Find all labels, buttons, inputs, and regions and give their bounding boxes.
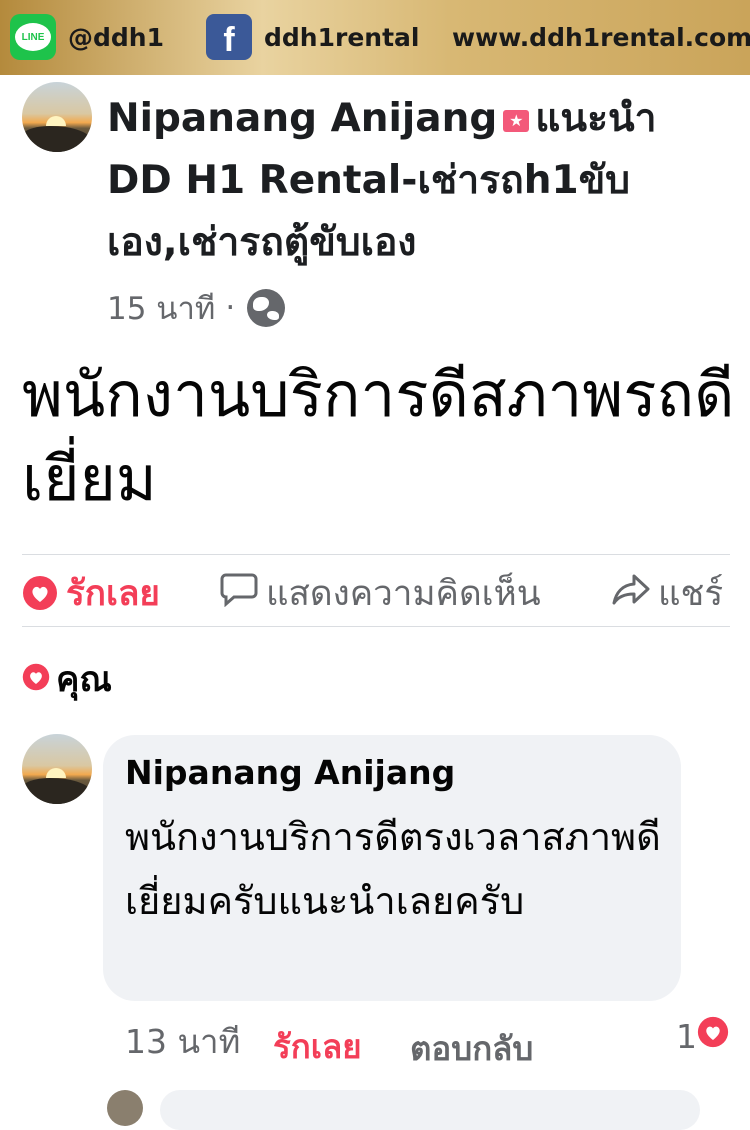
page-name[interactable]: DD H1 Rental-เช่ารถh1ขับเอง,เช่ารถตู้ขับ…	[107, 158, 630, 265]
heart-icon	[22, 660, 50, 700]
action-bar: รักเลย แสดงความคิดเห็น แชร์	[0, 565, 750, 621]
comment-label: แสดงความคิดเห็น	[266, 573, 541, 614]
comment-author[interactable]: Nipanang Anijang	[125, 753, 455, 792]
post-time[interactable]: 15 นาที	[107, 283, 215, 333]
divider-top	[22, 554, 730, 555]
comment-reaction-count[interactable]: 1	[676, 1016, 729, 1056]
post-body: พนักงานบริการดีสภาพรถดีเยี่ยม	[22, 358, 735, 515]
globe-icon	[247, 289, 286, 327]
line-id: @ddh1	[68, 22, 164, 52]
reaction-names: คุณ	[56, 660, 112, 700]
comment-button[interactable]: แสดงความคิดเห็น	[220, 565, 541, 621]
comment-reply-button[interactable]: ตอบกลับ	[410, 1022, 533, 1075]
recommend-label: แนะนำ	[535, 96, 657, 141]
love-label: รักเลย	[66, 573, 160, 614]
star-badge-icon: ★	[503, 109, 530, 132]
line-icon: LINE	[10, 14, 56, 60]
facebook-icon: f	[206, 14, 252, 60]
post-header: Nipanang Anijang ★ แนะนำ DD H1 Rental-เช่า…	[107, 88, 707, 274]
commenter-avatar[interactable]	[22, 734, 92, 804]
comment-icon	[220, 571, 258, 616]
comment-time: 13 นาที	[125, 1022, 241, 1061]
reaction-summary[interactable]: คุณ	[22, 652, 112, 707]
post-meta: 15 นาที ·	[107, 283, 286, 333]
line-contact[interactable]: LINE @ddh1	[10, 14, 164, 60]
reaction-count: 1	[676, 1016, 697, 1056]
next-comment-bubble	[160, 1090, 700, 1130]
website-link[interactable]: www.ddh1rental.com	[440, 14, 750, 60]
comment-text: พนักงานบริการดีตรงเวลาสภาพดีเยี่ยมครับแน…	[125, 815, 661, 923]
facebook-contact[interactable]: f ddh1rental	[206, 14, 419, 60]
share-button[interactable]: แชร์	[612, 565, 723, 621]
facebook-name: ddh1rental	[264, 22, 420, 52]
comment-bubble: Nipanang Anijang พนักงานบริการดีตรงเวลาส…	[103, 735, 681, 1001]
heart-icon	[22, 575, 58, 611]
website-url: www.ddh1rental.com	[452, 22, 750, 52]
comment-love-button[interactable]: รักเลย	[273, 1020, 362, 1073]
promo-banner: LINE @ddh1 f ddh1rental www.ddh1rental.c…	[0, 0, 750, 75]
author-avatar[interactable]	[22, 82, 92, 152]
share-label: แชร์	[658, 573, 724, 614]
love-button[interactable]: รักเลย	[22, 565, 160, 621]
meta-separator: ·	[225, 290, 236, 326]
next-comment-avatar[interactable]	[107, 1090, 143, 1126]
heart-icon	[697, 1016, 729, 1056]
author-name[interactable]: Nipanang Anijang	[107, 96, 497, 141]
share-icon	[612, 571, 650, 616]
divider-bottom	[22, 626, 730, 627]
